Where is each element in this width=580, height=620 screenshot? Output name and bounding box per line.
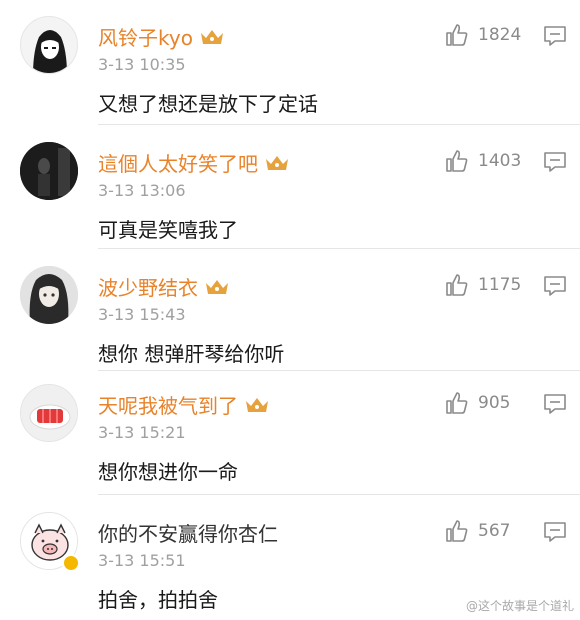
crown-icon [206,279,228,294]
comment-text: 又想了想还是放下了定话 [98,92,318,116]
like-count: 1175 [478,275,522,295]
comment-time: 3-13 15:51 [98,551,186,570]
crown-icon [246,397,268,412]
comment-text: 想你 想弹肝琴给你听 [98,342,285,366]
like-count: 567 [478,521,511,541]
like-count: 1403 [478,151,522,171]
comment-username[interactable]: 你的不安赢得你杏仁 [98,518,278,547]
like-count: 1824 [478,25,522,45]
like-button[interactable]: 1824 [444,22,521,48]
like-button[interactable]: 905 [444,390,510,416]
thumbs-up-icon [446,392,468,414]
user-avatar[interactable] [20,142,78,200]
crown-icon [200,29,223,44]
user-avatar[interactable] [20,266,78,324]
divider [98,124,580,125]
comment-time: 3-13 10:35 [98,55,186,74]
comment-username[interactable]: 风铃子kyo [98,22,225,51]
username-text[interactable]: 這個人太好笑了吧 [98,148,258,177]
comment-time: 3-13 15:21 [98,423,186,442]
thumbs-up-icon [446,150,468,172]
reply-icon[interactable] [543,25,567,47]
reply-icon[interactable] [543,275,567,297]
comment-username[interactable]: 天呢我被气到了 [98,390,270,419]
watermark: @这个故事是个道礼 [465,599,574,613]
username-text[interactable]: 你的不安赢得你杏仁 [98,518,278,547]
comment-username[interactable]: 波少野结衣 [98,272,230,301]
crown-icon [266,155,288,170]
comment-time: 3-13 15:43 [98,305,186,324]
like-button[interactable]: 1403 [444,148,521,174]
comment-username[interactable]: 這個人太好笑了吧 [98,148,290,177]
reply-icon[interactable] [543,151,567,173]
verified-badge-icon [62,554,80,572]
reply-icon[interactable] [543,521,567,543]
thumbs-up-icon [446,274,468,296]
username-text[interactable]: 风铃子kyo [98,22,193,51]
comment-time: 3-13 13:06 [98,181,186,200]
username-text[interactable]: 波少野结衣 [98,272,198,301]
comment-text: 拍舍，拍拍舍 [98,588,218,612]
user-avatar[interactable] [20,384,78,442]
like-button[interactable]: 567 [444,518,510,544]
divider [98,494,580,495]
comment-list-screen: { "colors": { "username": "#e8832a", "te… [0,0,580,620]
like-count: 905 [478,393,511,413]
thumbs-up-icon [446,520,468,542]
like-button[interactable]: 1175 [444,272,521,298]
divider [98,248,580,249]
user-avatar[interactable] [20,16,78,74]
reply-icon[interactable] [543,393,567,415]
comment-text: 想你想进你一命 [98,460,238,484]
divider [98,370,580,371]
username-text[interactable]: 天呢我被气到了 [98,390,238,419]
thumbs-up-icon [446,24,468,46]
comment-text: 可真是笑嘻我了 [98,218,238,242]
